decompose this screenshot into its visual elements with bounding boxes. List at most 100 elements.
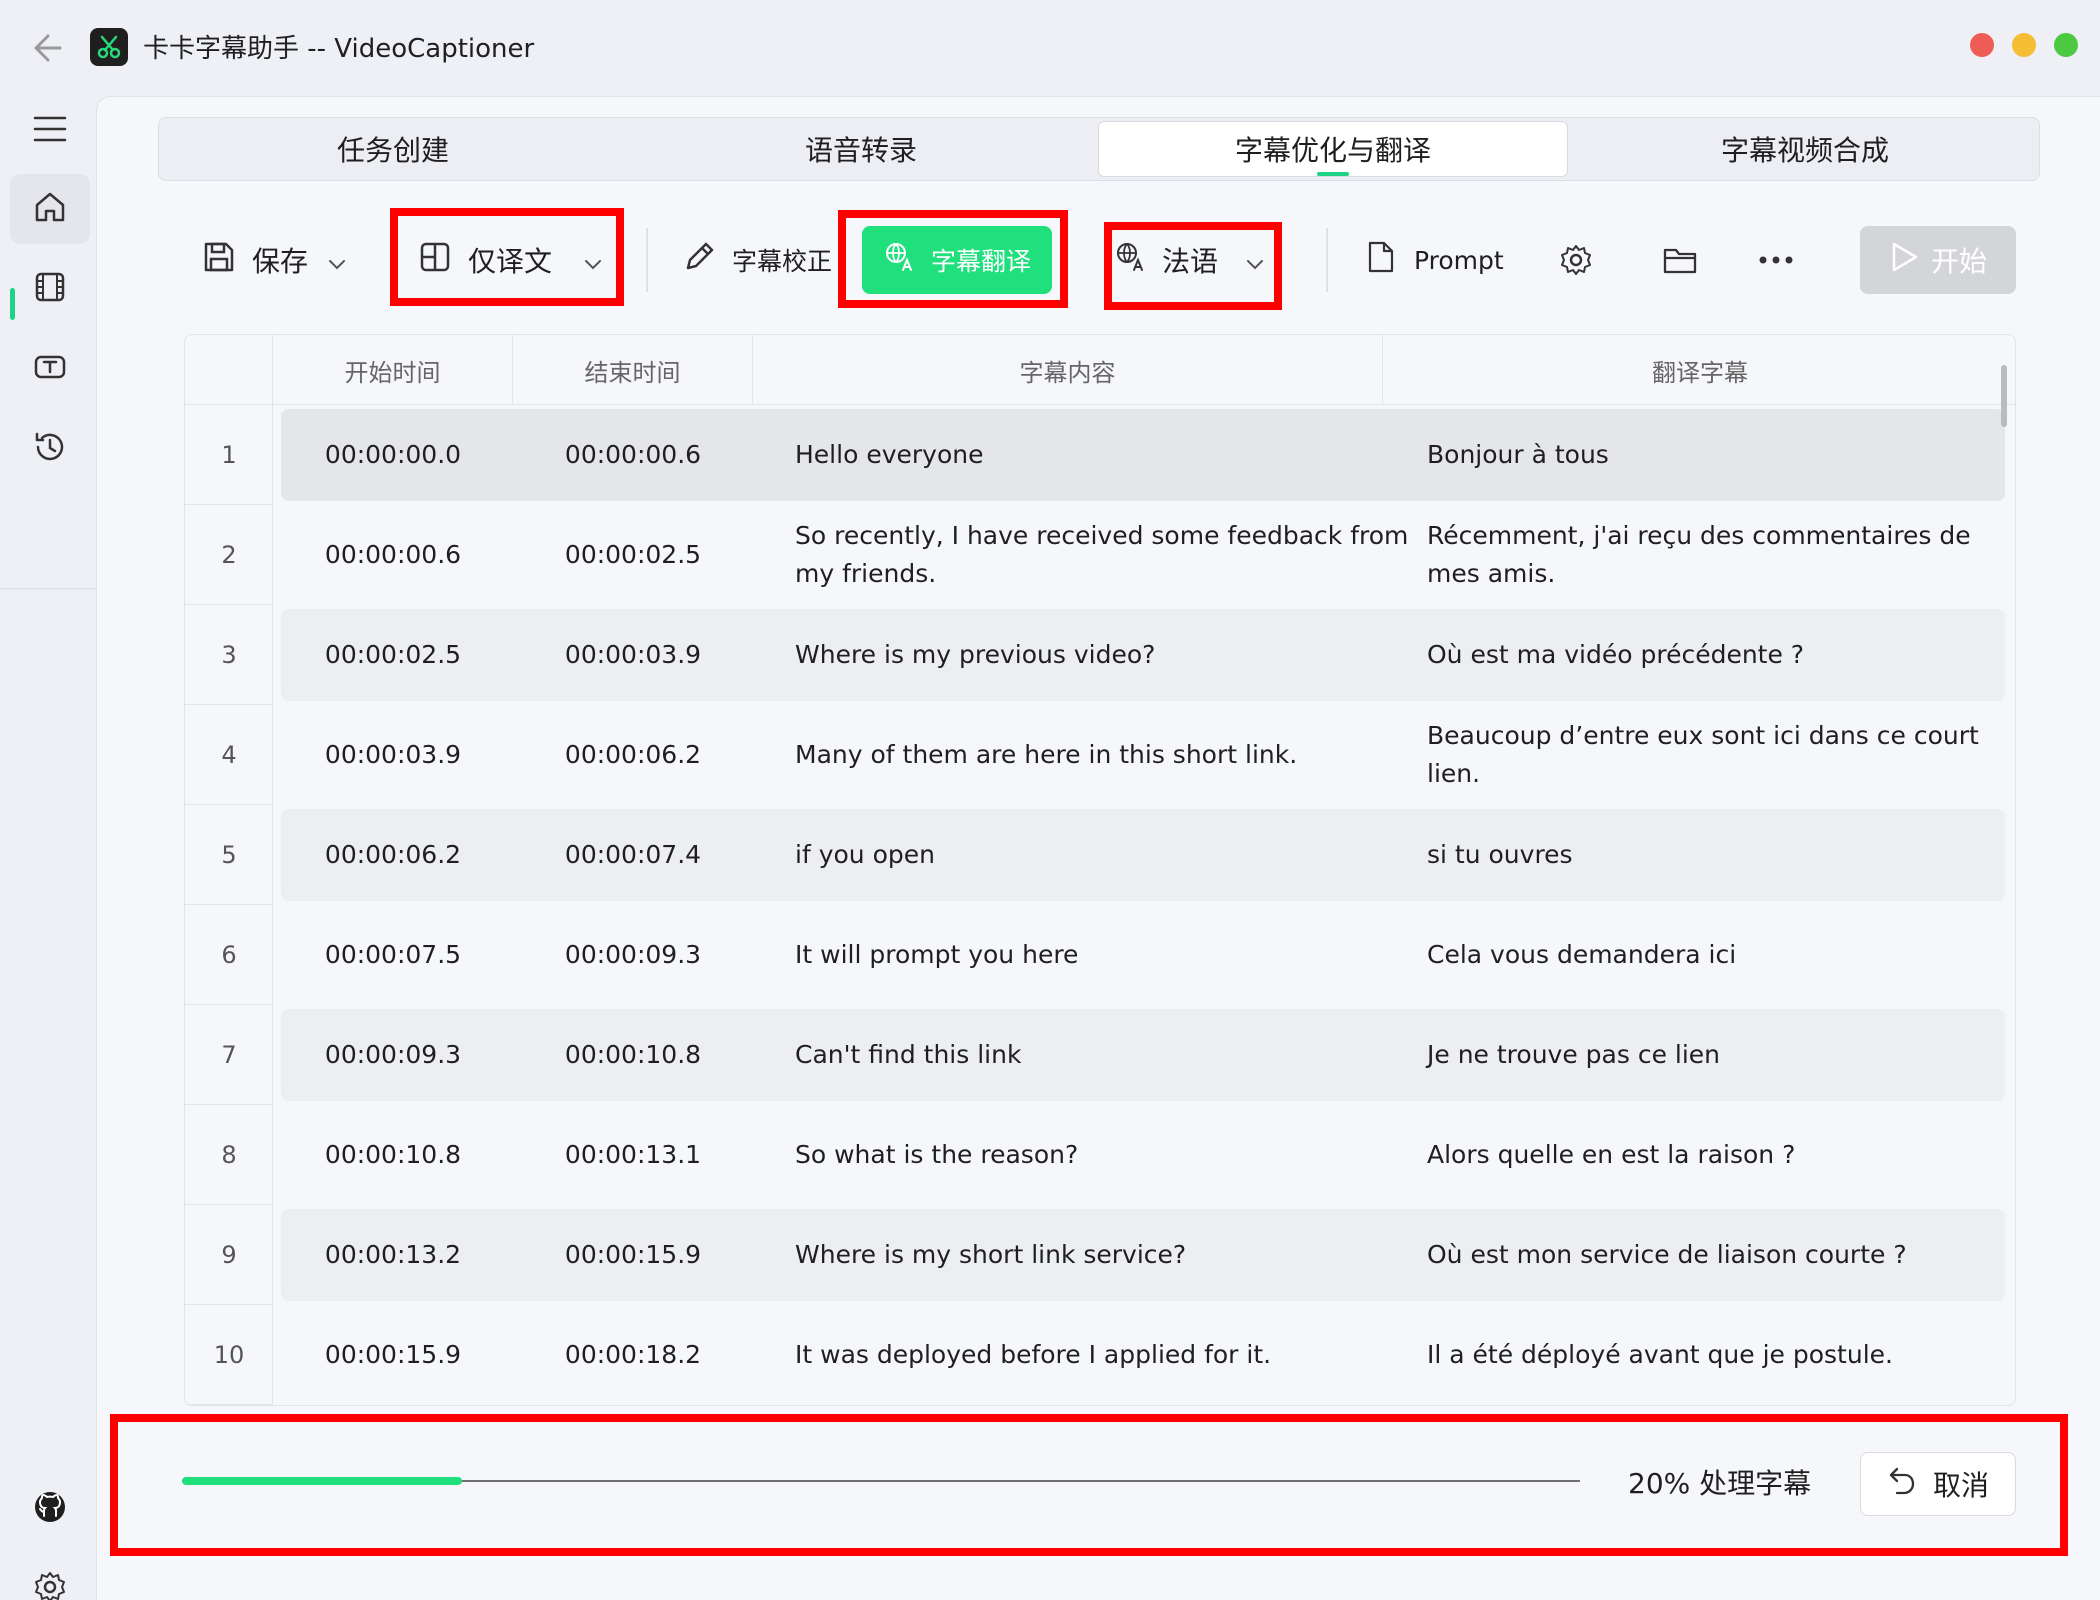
cell-translation[interactable]: Où est ma vidéo précédente ? <box>1427 605 1997 705</box>
cell-translation[interactable]: Récemment, j'ai reçu des commentaires de… <box>1427 505 1997 605</box>
row-number: 7 <box>185 1005 273 1105</box>
menu-icon[interactable] <box>10 94 90 164</box>
tab-transcription[interactable]: 语音转录 <box>627 118 1095 180</box>
window-title: 卡卡字幕助手 -- VideoCaptioner <box>143 34 535 64</box>
cell-translation[interactable]: Bonjour à tous <box>1427 405 1997 505</box>
chevron-down-icon <box>328 244 346 277</box>
table-row[interactable]: 10 00:00:15.9 00:00:18.2 It was deployed be… <box>185 1305 2015 1405</box>
cell-end-time[interactable]: 00:00:18.2 <box>513 1305 753 1405</box>
sidebar <box>0 94 96 1600</box>
cell-subtitle-text[interactable]: Where is my previous video? <box>795 605 1435 705</box>
window-close-button[interactable] <box>1970 33 1994 57</box>
tab-label: 任务创建 <box>336 134 449 167</box>
cell-end-time[interactable]: 00:00:10.8 <box>513 1005 753 1105</box>
sidebar-item-video[interactable] <box>10 254 90 324</box>
row-number: 6 <box>185 905 273 1005</box>
tab-optimize-translate[interactable]: 字幕优化与翻译 <box>1098 121 1568 177</box>
table-row[interactable]: 9 00:00:13.2 00:00:15.9 Where is my short l… <box>185 1205 2015 1305</box>
cell-translation[interactable]: Beaucoup d’entre eux sont ici dans ce co… <box>1427 705 1997 805</box>
pencil-icon <box>682 240 716 280</box>
github-icon[interactable] <box>10 1472 90 1542</box>
highlight-box-translate <box>838 210 1068 308</box>
row-number: 1 <box>185 405 273 505</box>
cell-end-time[interactable]: 00:00:03.9 <box>513 605 753 705</box>
table-row[interactable]: 8 00:00:10.8 00:00:13.1 So what is the reas… <box>185 1105 2015 1205</box>
cell-subtitle-text[interactable]: Can't find this link <box>795 1005 1435 1105</box>
document-icon <box>1366 240 1396 280</box>
cell-subtitle-text[interactable]: So what is the reason? <box>795 1105 1435 1205</box>
save-label: 保存 <box>252 245 309 278</box>
title-bar: 卡卡字幕助手 -- VideoCaptioner <box>0 0 2100 94</box>
cell-subtitle-text[interactable]: Many of them are here in this short link… <box>795 705 1435 805</box>
more-options-icon[interactable] <box>1756 240 1796 280</box>
table-row[interactable]: 1 00:00:00.0 00:00:00.6 Hello everyone Bonjo… <box>185 405 2015 505</box>
cell-start-time[interactable]: 00:00:09.3 <box>273 1005 513 1105</box>
back-arrow-icon[interactable] <box>30 30 70 66</box>
proofread-button[interactable]: 字幕校正 <box>682 236 832 284</box>
tab-bar: 任务创建 语音转录 字幕优化与翻译 字幕视频合成 <box>158 117 2040 181</box>
highlight-box-progress <box>110 1414 2068 1556</box>
cell-start-time[interactable]: 00:00:13.2 <box>273 1205 513 1305</box>
tab-task-create[interactable]: 任务创建 <box>159 118 627 180</box>
window-maximize-button[interactable] <box>2054 33 2078 57</box>
cell-subtitle-text[interactable]: Where is my short link service? <box>795 1205 1435 1305</box>
table-row[interactable]: 2 00:00:00.6 00:00:02.5 So recently, I have… <box>185 505 2015 605</box>
row-number: 10 <box>185 1305 273 1405</box>
cell-start-time[interactable]: 00:00:00.0 <box>273 405 513 505</box>
cell-start-time[interactable]: 00:00:15.9 <box>273 1305 513 1405</box>
settings-gear-icon[interactable] <box>1556 240 1596 280</box>
cell-subtitle-text[interactable]: So recently, I have received some feedba… <box>795 505 1435 605</box>
header-translation[interactable]: 翻译字幕 <box>1383 335 2015 405</box>
cell-subtitle-text[interactable]: Hello everyone <box>795 405 1435 505</box>
cell-translation[interactable]: Où est mon service de liaison courte ? <box>1427 1205 1997 1305</box>
cell-start-time[interactable]: 00:00:00.6 <box>273 505 513 605</box>
cell-subtitle-text[interactable]: It was deployed before I applied for it. <box>795 1305 1435 1405</box>
row-number: 9 <box>185 1205 273 1305</box>
row-number: 4 <box>185 705 273 805</box>
cell-end-time[interactable]: 00:00:02.5 <box>513 505 753 605</box>
film-icon <box>33 270 67 308</box>
cell-start-time[interactable]: 00:00:03.9 <box>273 705 513 805</box>
prompt-button[interactable]: Prompt <box>1366 236 1504 284</box>
header-subtitle-text[interactable]: 字幕内容 <box>753 335 1383 405</box>
cell-translation[interactable]: Cela vous demandera ici <box>1427 905 1997 1005</box>
cell-start-time[interactable]: 00:00:10.8 <box>273 1105 513 1205</box>
cell-translation[interactable]: Alors quelle en est la raison ? <box>1427 1105 1997 1205</box>
row-number: 8 <box>185 1105 273 1205</box>
cell-end-time[interactable]: 00:00:13.1 <box>513 1105 753 1205</box>
cell-start-time[interactable]: 00:00:07.5 <box>273 905 513 1005</box>
cell-subtitle-text[interactable]: if you open <box>795 805 1435 905</box>
subtitle-table: 开始时间 结束时间 字幕内容 翻译字幕 1 00:00:00.0 00:00:00.… <box>184 334 2016 1406</box>
start-button[interactable]: 开始 <box>1860 226 2016 294</box>
sidebar-item-subtitle[interactable] <box>10 334 90 404</box>
cell-start-time[interactable]: 00:00:06.2 <box>273 805 513 905</box>
cell-translation[interactable]: Je ne trouve pas ce lien <box>1427 1005 1997 1105</box>
table-row[interactable]: 6 00:00:07.5 00:00:09.3 It will prompt you … <box>185 905 2015 1005</box>
cell-subtitle-text[interactable]: It will prompt you here <box>795 905 1435 1005</box>
table-row[interactable]: 3 00:00:02.5 00:00:03.9 Where is my previou… <box>185 605 2015 705</box>
window-minimize-button[interactable] <box>2012 33 2036 57</box>
header-end-time[interactable]: 结束时间 <box>513 335 753 405</box>
app-logo-icon <box>90 28 128 66</box>
cell-end-time[interactable]: 00:00:15.9 <box>513 1205 753 1305</box>
home-icon <box>33 190 67 228</box>
header-rownum <box>185 335 273 405</box>
cell-end-time[interactable]: 00:00:09.3 <box>513 905 753 1005</box>
cell-end-time[interactable]: 00:00:00.6 <box>513 405 753 505</box>
header-start-time[interactable]: 开始时间 <box>273 335 513 405</box>
cell-start-time[interactable]: 00:00:02.5 <box>273 605 513 705</box>
table-row[interactable]: 5 00:00:06.2 00:00:07.4 if you open si tu ou… <box>185 805 2015 905</box>
sidebar-item-history[interactable] <box>10 414 90 484</box>
cell-end-time[interactable]: 00:00:07.4 <box>513 805 753 905</box>
settings-gear-icon[interactable] <box>10 1552 90 1600</box>
save-button[interactable]: 保存 <box>202 236 346 284</box>
tab-video-synthesis[interactable]: 字幕视频合成 <box>1571 118 2039 180</box>
cell-translation[interactable]: si tu ouvres <box>1427 805 1997 905</box>
folder-icon[interactable] <box>1660 240 1700 280</box>
table-row[interactable]: 4 00:00:03.9 00:00:06.2 Many of them are he… <box>185 705 2015 805</box>
table-row[interactable]: 7 00:00:09.3 00:00:10.8 Can't find this lin… <box>185 1005 2015 1105</box>
cell-end-time[interactable]: 00:00:06.2 <box>513 705 753 805</box>
scrollbar-thumb[interactable] <box>2001 365 2007 427</box>
sidebar-item-home[interactable] <box>10 174 90 244</box>
cell-translation[interactable]: Il a été déployé avant que je postule. <box>1427 1305 1997 1405</box>
